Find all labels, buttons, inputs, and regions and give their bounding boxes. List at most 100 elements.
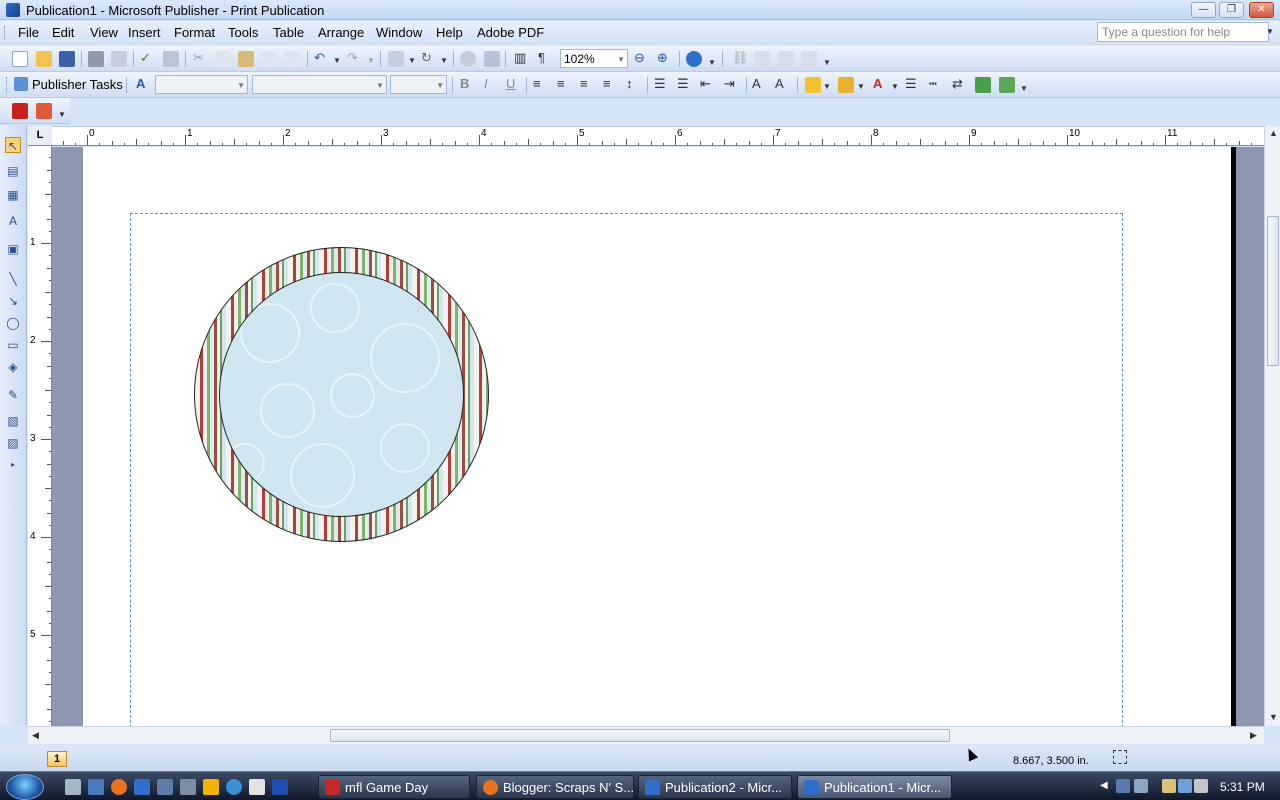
font-color-icon[interactable]: A [873, 76, 882, 92]
arrange-dropdown-icon[interactable]: ▼ [408, 53, 416, 69]
picture-frame-icon[interactable]: ▣ [5, 241, 21, 257]
scroll-left-icon[interactable]: ◀ [32, 730, 39, 741]
print-preview-icon[interactable] [111, 51, 127, 67]
vertical-ruler[interactable]: 1 2 3 4 5 [28, 146, 52, 726]
vertical-scroll-thumb[interactable] [1267, 216, 1279, 366]
help-dropdown-icon[interactable]: ▼ [1266, 27, 1274, 36]
menu-arrange[interactable]: Arrange [318, 25, 364, 40]
style-select[interactable]: ▼ [155, 75, 248, 94]
scroll-down-icon[interactable]: ▼ [1269, 712, 1278, 722]
columns-icon[interactable]: ▥ [514, 50, 526, 66]
line-style-icon[interactable]: ☰ [905, 76, 917, 92]
line-icon[interactable]: ╲ [5, 271, 21, 287]
shadow-style-icon[interactable] [975, 77, 991, 93]
underline-button[interactable]: U [506, 76, 515, 92]
app-n-icon[interactable] [272, 779, 288, 795]
toolbar-options-icon[interactable]: ▼ [1020, 81, 1028, 97]
tray-monitor-icon[interactable] [1134, 779, 1148, 793]
taskbar-button-publication1[interactable]: Publication1 - Micr... [797, 775, 952, 799]
previous-frame-icon[interactable] [778, 51, 794, 67]
bullets-icon[interactable]: ☰ [677, 76, 689, 92]
tray-app-icon[interactable] [1116, 779, 1130, 793]
folder-icon[interactable] [203, 779, 219, 795]
brush-icon[interactable] [285, 51, 301, 67]
redo-dropdown-icon[interactable]: ▼ [367, 53, 375, 69]
print-icon[interactable] [88, 51, 104, 67]
publisher-tasks-label[interactable]: Publisher Tasks [32, 77, 123, 92]
menu-help[interactable]: Help [436, 25, 463, 40]
maximize-button[interactable]: ❐ [1219, 2, 1244, 18]
research-icon[interactable] [163, 51, 179, 67]
horizontal-scroll-thumb[interactable] [330, 729, 950, 742]
cut-icon[interactable]: ✂ [193, 50, 204, 66]
content-library-icon[interactable]: ▨ [5, 435, 21, 451]
menu-edit[interactable]: Edit [52, 25, 74, 40]
tray-expand-icon[interactable]: ◀ [1100, 780, 1114, 794]
menu-view[interactable]: View [90, 25, 118, 40]
menu-insert[interactable]: Insert [128, 25, 161, 40]
fill-color-dropdown-icon[interactable]: ▼ [823, 79, 831, 95]
taskbar-button-blogger[interactable]: Blogger: Scraps N' S... [476, 775, 634, 799]
toolbar-options-icon[interactable]: ▼ [58, 107, 66, 123]
horizontal-ruler[interactable]: 0 1 2 3 4 5 6 7 8 9 10 11 [52, 126, 1264, 146]
insert-table-icon[interactable]: ▦ [5, 187, 21, 203]
arrow-style-icon[interactable]: ⇄ [952, 76, 963, 92]
menu-tools[interactable]: Tools [228, 25, 258, 40]
rotate-icon[interactable]: ↻ [421, 50, 432, 66]
show-desktop-icon[interactable] [65, 779, 81, 795]
fill-color-icon[interactable] [805, 77, 821, 93]
scroll-right-icon[interactable]: ▶ [1250, 730, 1257, 741]
menu-table[interactable]: Table [273, 25, 304, 40]
zoom-in-icon[interactable]: ⊕ [657, 50, 668, 66]
save-icon[interactable] [59, 51, 75, 67]
rectangle-icon[interactable]: ▭ [5, 337, 21, 353]
email-pdf-icon[interactable] [36, 103, 52, 119]
pilcrow-icon[interactable]: ¶ [538, 50, 545, 66]
close-button[interactable]: ✕ [1249, 2, 1274, 18]
convert-to-pdf-icon[interactable] [12, 103, 28, 119]
menu-grip[interactable] [4, 26, 7, 40]
redo-icon[interactable]: ↷ [347, 50, 358, 66]
help-icon[interactable] [686, 51, 702, 67]
line-color-dropdown-icon[interactable]: ▼ [857, 79, 865, 95]
3d-style-icon[interactable] [999, 77, 1015, 93]
decrease-indent-icon[interactable]: ⇤ [700, 76, 711, 92]
more-tools-icon[interactable]: ▸ [5, 457, 21, 473]
oval-icon[interactable]: ◯ [5, 315, 21, 331]
horizontal-scrollbar[interactable]: ◀ ▶ [28, 726, 1264, 744]
toolbar-options-icon[interactable]: ▼ [708, 55, 716, 71]
tray-notes-icon[interactable] [1162, 779, 1176, 793]
publisher-app-icon[interactable] [6, 3, 20, 17]
zoom-select[interactable]: 102% ▼ [560, 49, 628, 68]
publisher-quicklaunch-icon[interactable] [134, 779, 150, 795]
toolbar-options-icon[interactable]: ▼ [823, 55, 831, 71]
wordart-icon[interactable]: A [5, 213, 21, 229]
paste-icon[interactable] [238, 51, 254, 67]
numbering-icon[interactable]: ☰ [654, 76, 666, 92]
format-painter-icon[interactable] [261, 51, 277, 67]
autoshapes-icon[interactable]: ◈ [5, 359, 21, 375]
text-box-icon[interactable]: ▤ [5, 163, 21, 179]
italic-button[interactable]: I [484, 76, 488, 92]
hot-spot-icon[interactable]: ✎ [5, 387, 21, 403]
zoom-out-icon[interactable]: ⊖ [634, 50, 645, 66]
line-color-icon[interactable] [838, 77, 854, 93]
menu-file[interactable]: File [18, 25, 39, 40]
undo-icon[interactable]: ↶ [314, 50, 325, 66]
help-search-input[interactable]: Type a question for help [1097, 22, 1269, 42]
bold-button[interactable]: B [460, 76, 469, 92]
firefox-icon[interactable] [111, 779, 127, 795]
find-icon[interactable] [484, 51, 500, 67]
rotate-dropdown-icon[interactable]: ▼ [440, 53, 448, 69]
font-color-dropdown-icon[interactable]: ▼ [891, 79, 899, 95]
swirl-circle-center[interactable] [219, 272, 464, 517]
align-left-icon[interactable]: ≡ [533, 76, 541, 92]
scroll-up-icon[interactable]: ▲ [1269, 128, 1278, 138]
decrease-font-size-icon[interactable]: A [752, 76, 761, 92]
copy-icon[interactable] [215, 51, 231, 67]
link-icon[interactable]: ⛓ [732, 50, 749, 66]
volume-icon[interactable] [1194, 779, 1208, 793]
minimize-button[interactable]: — [1191, 2, 1216, 18]
page-navigator-button[interactable]: 1 [47, 751, 67, 767]
media-icon[interactable] [180, 779, 196, 795]
